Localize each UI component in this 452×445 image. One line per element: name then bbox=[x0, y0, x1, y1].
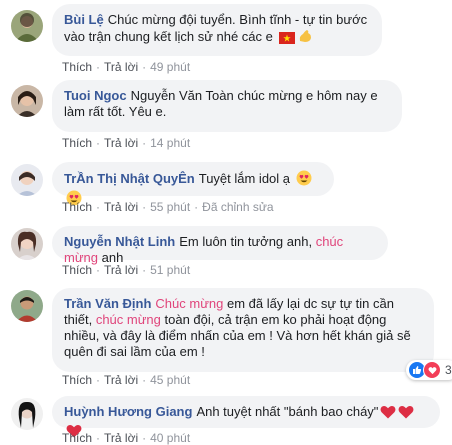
comment-time[interactable]: 14 phút bbox=[150, 136, 190, 150]
comment-time[interactable]: 55 phút bbox=[150, 200, 190, 214]
heart-eyes-icon bbox=[296, 170, 312, 190]
comment-time[interactable]: 45 phút bbox=[150, 373, 190, 387]
avatar[interactable] bbox=[11, 290, 43, 322]
comment-author[interactable]: Bùi Lệ bbox=[64, 12, 104, 27]
comment-author[interactable]: Tuoi Ngoc bbox=[64, 88, 127, 103]
comment-time[interactable]: 40 phút bbox=[150, 431, 190, 445]
avatar[interactable] bbox=[11, 164, 43, 196]
comment-bubble: Nguyễn Nhật Linh Em luôn tin tưởng anh, c… bbox=[52, 226, 388, 265]
highlighted-keyword[interactable]: chúc mừng bbox=[96, 312, 161, 327]
comment-text: Em luôn tin tưởng anh, bbox=[179, 234, 313, 249]
comment-time[interactable]: 51 phút bbox=[150, 263, 190, 277]
reaction-count: 3 bbox=[445, 363, 452, 377]
edited-label[interactable]: Đã chỉnh sửa bbox=[202, 200, 273, 214]
comment-bubble: Trần Văn Định Chúc mừng em đã lấy lại dc … bbox=[52, 288, 434, 372]
reply-button[interactable]: Trả lời bbox=[104, 200, 138, 214]
heart-icon bbox=[398, 405, 414, 423]
flexed-biceps-icon bbox=[297, 28, 313, 48]
comment-actions: Thích · Trả lời · 49 phút bbox=[62, 60, 191, 74]
comment-bubble: Tuoi Ngoc Nguyễn Văn Toàn chúc mừng e hôm… bbox=[52, 80, 402, 132]
comment-author[interactable]: Nguyễn Nhật Linh bbox=[64, 234, 175, 249]
heart-icon bbox=[380, 405, 396, 423]
love-reaction-icon bbox=[423, 361, 441, 379]
like-button[interactable]: Thích bbox=[62, 431, 92, 445]
comment-author[interactable]: Trần Văn Định bbox=[64, 296, 151, 311]
comment-actions: Thích · Trả lời · 51 phút bbox=[62, 263, 191, 277]
avatar[interactable] bbox=[11, 398, 43, 430]
vietnam-flag-icon bbox=[278, 32, 295, 48]
comment-author[interactable]: Huỳnh Hương Giang bbox=[64, 404, 192, 419]
comment-actions: Thích · Trả lời · 45 phút bbox=[62, 373, 191, 387]
comment-text: Chúc mừng đội tuyển. Bình tĩnh - tự tin … bbox=[64, 12, 368, 44]
like-button[interactable]: Thích bbox=[62, 60, 92, 74]
comment-bubble: TrẦn Thị Nhật QuyÊn Tuyệt lắm idol ạ bbox=[52, 162, 334, 206]
comment-bubble: Huỳnh Hương Giang Anh tuyệt nhất "bánh ba… bbox=[52, 396, 440, 438]
comment-text: Anh tuyệt nhất "bánh bao cháy" bbox=[196, 404, 379, 419]
reaction-summary[interactable]: 3 bbox=[406, 360, 452, 380]
like-button[interactable]: Thích bbox=[62, 136, 92, 150]
like-button[interactable]: Thích bbox=[62, 200, 92, 214]
reply-button[interactable]: Trả lời bbox=[104, 60, 138, 74]
comment-time[interactable]: 49 phút bbox=[150, 60, 190, 74]
comment-actions: Thích · Trả lời · 55 phút · Đã chỉnh sửa bbox=[62, 200, 274, 214]
comment-bubble: Bùi Lệ Chúc mừng đội tuyển. Bình tĩnh - t… bbox=[52, 4, 382, 56]
reply-button[interactable]: Trả lời bbox=[104, 431, 138, 445]
reply-button[interactable]: Trả lời bbox=[104, 263, 138, 277]
avatar[interactable] bbox=[11, 228, 43, 260]
highlighted-keyword[interactable]: Chúc mừng bbox=[155, 296, 223, 311]
like-button[interactable]: Thích bbox=[62, 373, 92, 387]
comment-actions: Thích · Trả lời · 14 phút bbox=[62, 136, 191, 150]
comment-author[interactable]: TrẦn Thị Nhật QuyÊn bbox=[64, 171, 195, 186]
reply-button[interactable]: Trả lời bbox=[104, 373, 138, 387]
like-button[interactable]: Thích bbox=[62, 263, 92, 277]
comment-actions: Thích · Trả lời · 40 phút bbox=[62, 431, 191, 445]
avatar[interactable] bbox=[11, 10, 43, 42]
avatar[interactable] bbox=[11, 85, 43, 117]
reply-button[interactable]: Trả lời bbox=[104, 136, 138, 150]
comment-text: Tuyệt lắm idol ạ bbox=[198, 171, 291, 186]
